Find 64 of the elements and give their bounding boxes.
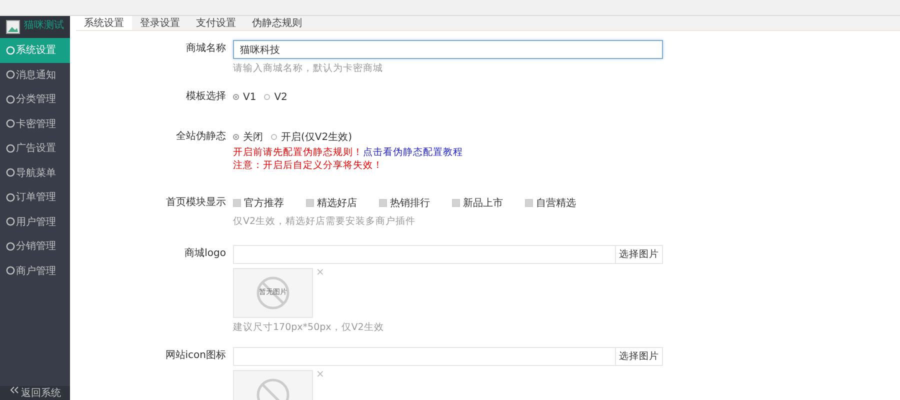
ring-icon	[6, 168, 15, 178]
radio-button[interactable]	[271, 134, 277, 140]
checkbox-label: 官方推荐	[244, 196, 284, 210]
ring-icon	[6, 192, 15, 202]
sidebar-item[interactable]: 系统设置	[0, 38, 70, 62]
ring-icon	[6, 70, 15, 80]
image-url-input[interactable]	[233, 347, 615, 366]
sidebar-item[interactable]: 广告设置	[0, 136, 70, 160]
checkbox[interactable]	[306, 199, 314, 207]
ring-icon	[6, 266, 15, 276]
image-icon	[6, 20, 20, 34]
checkbox-label: 新品上市	[463, 196, 503, 210]
field-label: 模板选择	[185, 90, 227, 104]
radio-label: V2	[274, 92, 288, 102]
radio-label: V1	[243, 92, 256, 102]
checkbox[interactable]	[379, 199, 387, 207]
checkbox-label: 自营精选	[536, 196, 576, 210]
sidebar-item[interactable]: 导航菜单	[0, 160, 70, 185]
choose-image-button[interactable]: 选择图片	[615, 347, 663, 366]
sidebar-item[interactable]: 分类管理	[0, 87, 70, 112]
checkbox[interactable]	[525, 199, 533, 207]
field-label: 首页模块显示	[165, 196, 227, 210]
no-image-icon	[256, 276, 290, 310]
field-label: 商城名称	[185, 42, 227, 56]
radio-label: 关闭	[243, 130, 263, 144]
ring-icon	[6, 119, 15, 128]
sidebar-item[interactable]: 订单管理	[0, 185, 70, 210]
radio-button[interactable]	[264, 94, 270, 100]
checkbox-label: 精选好店	[317, 196, 357, 210]
hint-text: 仅V2生效，精选好店需要安装多商户插件	[233, 215, 417, 228]
shop-name-input[interactable]: 猫咪科技	[233, 40, 663, 59]
tab[interactable]: 伪静态规则	[244, 16, 310, 30]
radio-label: 开启(仅V2生效)	[281, 130, 352, 144]
sidebar-item[interactable]: 消息通知	[0, 62, 70, 87]
ring-icon	[6, 94, 15, 104]
field-label: 网站icon图标	[164, 348, 227, 363]
tab[interactable]: 登录设置	[132, 16, 188, 30]
sidebar-item[interactable]: 卡密管理	[0, 112, 70, 136]
brand-name: 猫咪测试	[24, 18, 64, 32]
ring-icon	[6, 217, 15, 226]
field-label: 商城logo	[184, 246, 227, 261]
hint-text: 建议尺寸170px*50px，仅V2生效	[233, 321, 385, 334]
back-link[interactable]: 返回系统	[0, 386, 70, 400]
ring-icon	[6, 144, 15, 153]
warning-text: 开启前请先配置伪静态规则！	[233, 147, 363, 158]
ring-icon	[6, 242, 15, 251]
sidebar-item[interactable]: 用户管理	[0, 210, 70, 234]
tab[interactable]: 系统设置	[76, 16, 132, 30]
checkbox-label: 热销排行	[390, 196, 430, 210]
image-url-input[interactable]	[233, 245, 615, 264]
double-chevron-icon	[10, 386, 19, 394]
tab[interactable]: 支付设置	[188, 16, 244, 30]
choose-image-button[interactable]: 选择图片	[615, 245, 663, 264]
checkbox[interactable]	[233, 199, 241, 207]
sidebar-item[interactable]: 商户管理	[0, 258, 70, 283]
radio-button[interactable]	[233, 94, 239, 100]
checkbox[interactable]	[452, 199, 460, 207]
field-label: 全站伪静态	[175, 130, 227, 144]
radio-button[interactable]	[233, 134, 239, 140]
warning-text: 注意：开启后自定义分享将失效！	[233, 160, 383, 171]
ring-icon	[6, 46, 15, 55]
sidebar-item[interactable]: 分销管理	[0, 234, 70, 258]
tutorial-link[interactable]: 点击看伪静态配置教程	[363, 147, 463, 158]
hint-text: 请输入商城名称，默认为卡密商城	[233, 62, 384, 75]
